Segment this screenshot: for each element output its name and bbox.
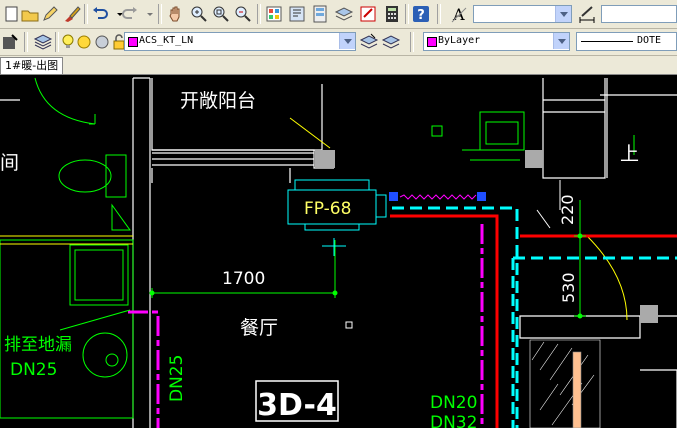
text-style-select[interactable] bbox=[473, 5, 572, 23]
drain-size: DN25 bbox=[10, 360, 57, 380]
make-current-icon[interactable] bbox=[0, 32, 20, 52]
column-block bbox=[315, 150, 335, 168]
dimension-220: 220 bbox=[558, 194, 577, 225]
lightbulb-icon[interactable] bbox=[58, 32, 74, 52]
svg-text:A: A bbox=[452, 5, 465, 24]
chevron-down-icon[interactable] bbox=[555, 6, 571, 22]
dimension-1700: 1700 bbox=[222, 269, 265, 289]
room-label-balcony: 开敞阳台 bbox=[180, 90, 256, 112]
standard-toolbar: ? A bbox=[0, 0, 677, 29]
help-icon[interactable]: ? bbox=[411, 4, 431, 24]
layers-toolbar: ACS_KT_LN ByLayer DOTE bbox=[0, 29, 677, 56]
new-icon[interactable] bbox=[2, 4, 22, 24]
pipe-size-dn32: DN32 bbox=[430, 413, 477, 428]
redo-icon[interactable] bbox=[120, 4, 140, 24]
open-icon[interactable] bbox=[20, 4, 40, 24]
room-label-dining: 餐厅 bbox=[240, 317, 278, 339]
redo-dropdown-icon[interactable] bbox=[140, 4, 153, 24]
chevron-down-icon[interactable] bbox=[339, 33, 355, 49]
layer-select[interactable]: ACS_KT_LN bbox=[124, 32, 356, 51]
svg-text:?: ? bbox=[417, 8, 425, 23]
design-center-icon[interactable] bbox=[287, 4, 307, 24]
tab-drawing[interactable]: 1#暖-出图 bbox=[0, 57, 64, 74]
sun-icon[interactable] bbox=[74, 32, 91, 52]
unit-tag: 3D-4 bbox=[257, 388, 337, 423]
markup-icon[interactable] bbox=[358, 4, 378, 24]
pan-icon[interactable] bbox=[166, 4, 186, 24]
tool-palette-icon[interactable] bbox=[310, 4, 330, 24]
sheet-set-icon[interactable] bbox=[334, 4, 354, 24]
zoom-previous-icon[interactable] bbox=[233, 4, 253, 24]
zoom-window-icon[interactable] bbox=[211, 4, 231, 24]
document-tab-strip: 1#暖-出图 bbox=[0, 56, 677, 75]
linetype-preview bbox=[581, 41, 633, 42]
color-swatch bbox=[427, 37, 437, 47]
room-label-partial: 间 bbox=[0, 152, 19, 174]
pipe-connector bbox=[389, 192, 398, 201]
dim-style-icon[interactable] bbox=[577, 4, 597, 24]
pipe-size-dn20: DN20 bbox=[430, 393, 477, 413]
zoom-realtime-icon[interactable] bbox=[189, 4, 209, 24]
layer-manager-icon[interactable] bbox=[33, 32, 53, 52]
dimension-530: 530 bbox=[559, 272, 578, 303]
layer-name: ACS_KT_LN bbox=[139, 35, 194, 46]
match-layer-icon[interactable] bbox=[359, 32, 379, 52]
properties-icon[interactable] bbox=[264, 4, 284, 24]
pipe-connector bbox=[477, 192, 486, 201]
undo-dropdown-icon[interactable] bbox=[110, 4, 123, 24]
drawing-canvas[interactable]: 开敞阳台 间 上 FP-68 1700 餐厅 排至地漏 DN25 DN25 22… bbox=[0, 75, 677, 428]
brush-icon[interactable] bbox=[62, 4, 82, 24]
dim-style-select[interactable] bbox=[601, 5, 677, 23]
layer-color-swatch bbox=[128, 37, 138, 47]
column-block bbox=[525, 150, 543, 168]
calculator-icon[interactable] bbox=[382, 4, 402, 24]
text-style-icon[interactable]: A bbox=[449, 4, 469, 24]
chevron-down-icon[interactable] bbox=[553, 33, 569, 49]
column-block bbox=[640, 305, 658, 323]
edit-icon[interactable] bbox=[40, 4, 60, 24]
undo-icon[interactable] bbox=[90, 4, 110, 24]
layer-previous-icon[interactable] bbox=[381, 32, 401, 52]
linetype-value: DOTE bbox=[637, 35, 662, 46]
linetype-select[interactable]: DOTE bbox=[576, 32, 677, 51]
pipe-size-vertical: DN25 bbox=[167, 355, 187, 402]
lock-icon[interactable] bbox=[109, 32, 125, 52]
freeze-viewport-icon[interactable] bbox=[92, 32, 109, 52]
fan-coil-label: FP-68 bbox=[304, 199, 351, 219]
room-label-partial-right: 上 bbox=[620, 143, 639, 165]
color-select[interactable]: ByLayer bbox=[423, 32, 570, 51]
drain-note: 排至地漏 bbox=[4, 335, 72, 355]
color-value: ByLayer bbox=[438, 35, 481, 46]
